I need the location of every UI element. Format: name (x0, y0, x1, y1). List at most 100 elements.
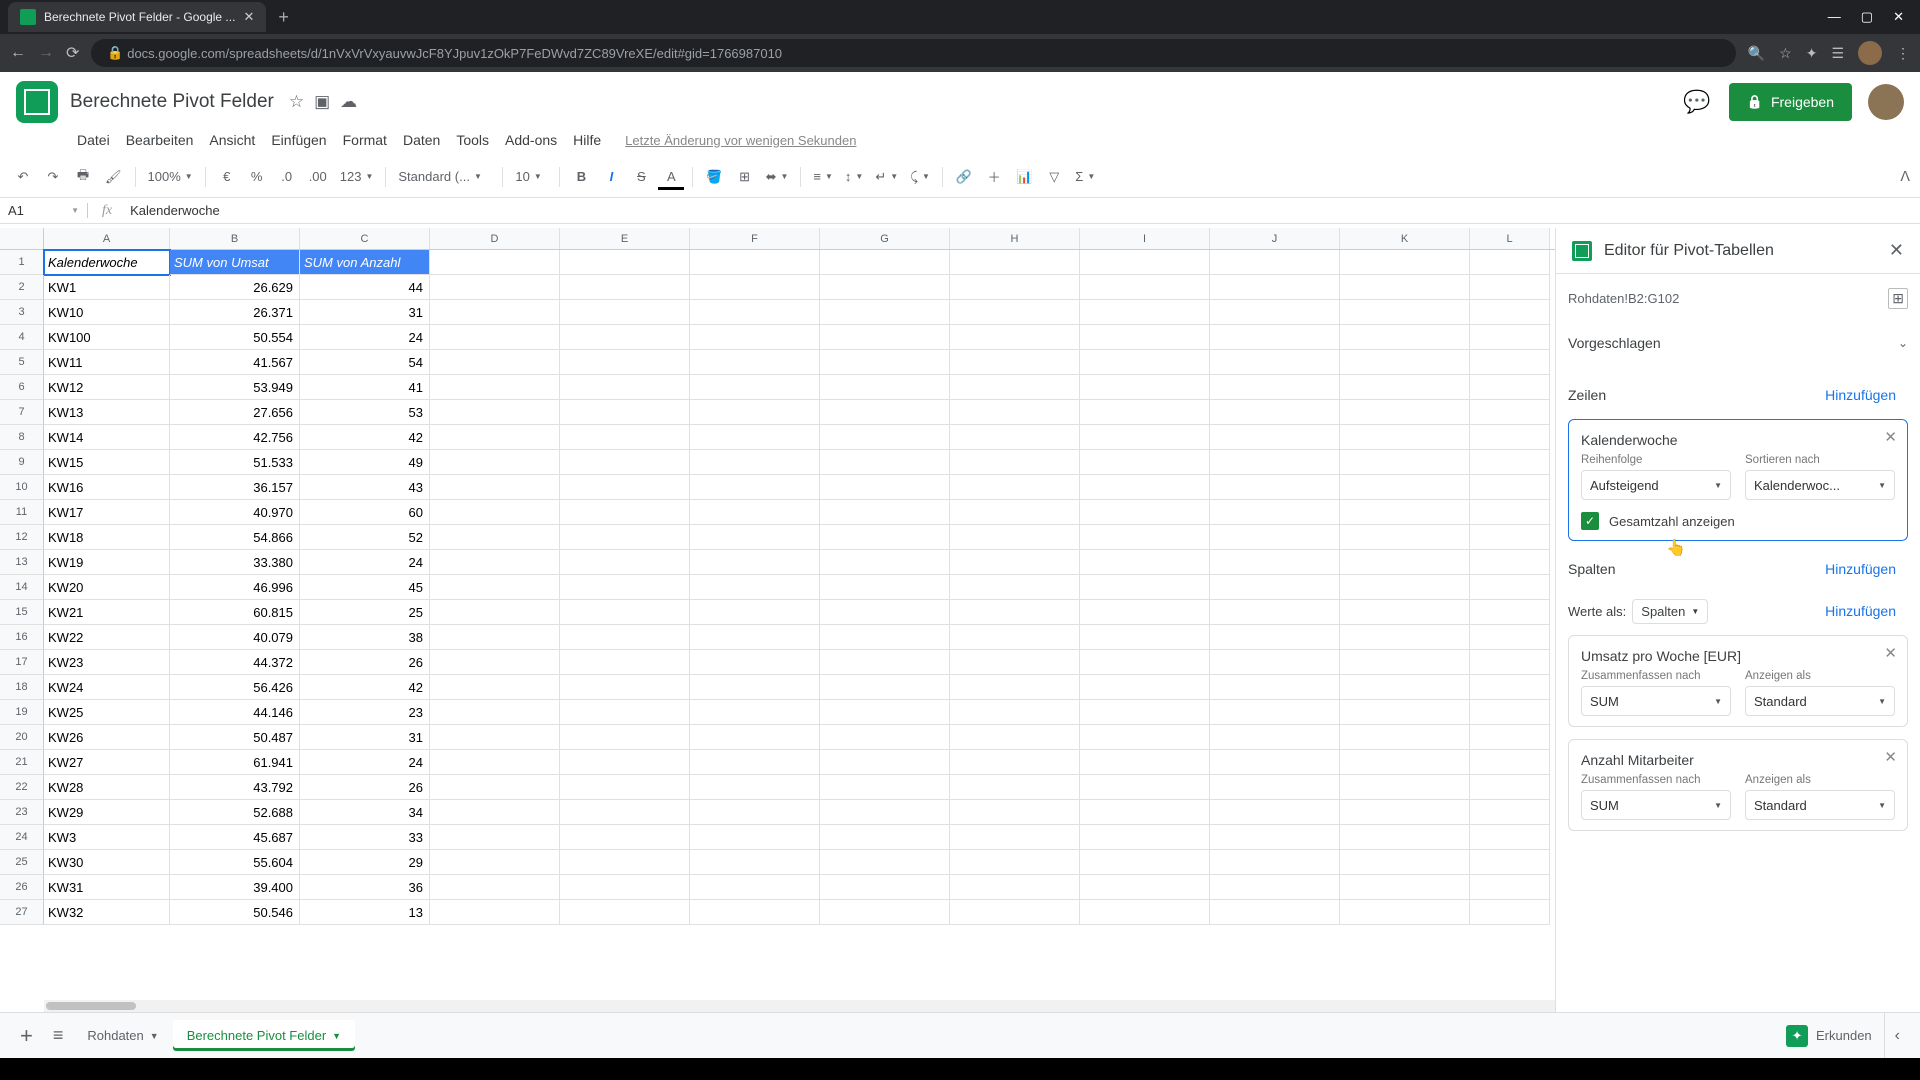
cell-b16[interactable]: 40.079 (170, 625, 300, 650)
cell-empty[interactable] (1210, 775, 1340, 800)
percent-icon[interactable]: % (244, 164, 270, 190)
cell-empty[interactable] (1080, 825, 1210, 850)
cell-empty[interactable] (560, 525, 690, 550)
cell-empty[interactable] (950, 625, 1080, 650)
cell-b19[interactable]: 44.146 (170, 700, 300, 725)
value2-card[interactable]: Anzahl Mitarbeiter ✕ Zusammenfassen nach… (1568, 739, 1908, 831)
row-header[interactable]: 18 (0, 675, 44, 700)
link-icon[interactable]: 🔗 (951, 164, 977, 190)
cell-empty[interactable] (560, 875, 690, 900)
cell-a9[interactable]: KW15 (44, 450, 170, 475)
cell-empty[interactable] (950, 825, 1080, 850)
cell-empty[interactable] (1210, 250, 1340, 275)
cell-empty[interactable] (1080, 900, 1210, 925)
cell-empty[interactable] (950, 250, 1080, 275)
cell-empty[interactable] (950, 400, 1080, 425)
collapse-toolbar-icon[interactable]: ᐱ (1900, 168, 1910, 185)
cell-empty[interactable] (1470, 650, 1550, 675)
cell-empty[interactable] (430, 650, 560, 675)
cell-empty[interactable] (1210, 350, 1340, 375)
cell-c27[interactable]: 13 (300, 900, 430, 925)
cell-empty[interactable] (950, 475, 1080, 500)
cell-a8[interactable]: KW14 (44, 425, 170, 450)
print-icon[interactable]: 🖶 (70, 164, 96, 190)
strike-icon[interactable]: S (628, 164, 654, 190)
cell-empty[interactable] (1080, 400, 1210, 425)
cell-empty[interactable] (1210, 550, 1340, 575)
cell-empty[interactable] (1340, 525, 1470, 550)
cell-c23[interactable]: 34 (300, 800, 430, 825)
cell-empty[interactable] (560, 400, 690, 425)
row-header[interactable]: 13 (0, 550, 44, 575)
chart-icon[interactable]: 📊 (1011, 164, 1037, 190)
cell-empty[interactable] (1210, 325, 1340, 350)
cell-empty[interactable] (1470, 825, 1550, 850)
cell-c12[interactable]: 52 (300, 525, 430, 550)
cell-b2[interactable]: 26.629 (170, 275, 300, 300)
cell-empty[interactable] (820, 400, 950, 425)
cell-a20[interactable]: KW26 (44, 725, 170, 750)
row-header[interactable]: 27 (0, 900, 44, 925)
cell-empty[interactable] (820, 850, 950, 875)
cell-empty[interactable] (430, 625, 560, 650)
cell-empty[interactable] (950, 275, 1080, 300)
row-header[interactable]: 21 (0, 750, 44, 775)
cell-empty[interactable] (1340, 650, 1470, 675)
cell-c1[interactable]: SUM von Anzahl (300, 250, 430, 275)
column-header-C[interactable]: C (300, 228, 430, 249)
cell-a4[interactable]: KW100 (44, 325, 170, 350)
cell-empty[interactable] (1080, 575, 1210, 600)
cell-empty[interactable] (1210, 600, 1340, 625)
cell-empty[interactable] (1080, 350, 1210, 375)
url-input[interactable]: 🔒 docs.google.com/spreadsheets/d/1nVxVrV… (91, 39, 1735, 67)
cell-empty[interactable] (560, 850, 690, 875)
cell-empty[interactable] (1340, 700, 1470, 725)
cell-empty[interactable] (1470, 525, 1550, 550)
cell-b8[interactable]: 42.756 (170, 425, 300, 450)
column-header-B[interactable]: B (170, 228, 300, 249)
cell-empty[interactable] (1210, 300, 1340, 325)
cell-empty[interactable] (1340, 875, 1470, 900)
cell-empty[interactable] (1210, 875, 1340, 900)
last-edit-text[interactable]: Letzte Änderung vor wenigen Sekunden (618, 129, 863, 152)
cell-empty[interactable] (1210, 475, 1340, 500)
account-avatar[interactable] (1868, 84, 1904, 120)
spreadsheet-grid[interactable]: ABCDEFGHIJKL 1KalenderwocheSUM von Umsat… (0, 228, 1555, 1012)
cell-b27[interactable]: 50.546 (170, 900, 300, 925)
formula-input[interactable]: Kalenderwoche (126, 203, 220, 218)
cell-empty[interactable] (430, 825, 560, 850)
cell-empty[interactable] (690, 425, 820, 450)
cell-empty[interactable] (560, 750, 690, 775)
row-header[interactable]: 19 (0, 700, 44, 725)
row-header[interactable]: 12 (0, 525, 44, 550)
sheet-tab-pivot[interactable]: Berechnete Pivot Felder▼ (173, 1020, 355, 1051)
menu-einfuegen[interactable]: Einfügen (264, 128, 333, 152)
chrome-profile-avatar[interactable] (1858, 41, 1882, 65)
cell-empty[interactable] (1470, 475, 1550, 500)
cell-empty[interactable] (560, 825, 690, 850)
add-column-button[interactable]: Hinzufügen (1813, 553, 1908, 585)
cell-empty[interactable] (950, 700, 1080, 725)
cell-empty[interactable] (1470, 275, 1550, 300)
cell-empty[interactable] (1340, 725, 1470, 750)
cell-empty[interactable] (820, 575, 950, 600)
cell-empty[interactable] (690, 450, 820, 475)
cell-empty[interactable] (950, 300, 1080, 325)
cell-empty[interactable] (560, 575, 690, 600)
cell-empty[interactable] (1470, 375, 1550, 400)
cell-empty[interactable] (560, 775, 690, 800)
cell-empty[interactable] (950, 575, 1080, 600)
cell-empty[interactable] (560, 800, 690, 825)
cell-empty[interactable] (1340, 625, 1470, 650)
cell-empty[interactable] (430, 325, 560, 350)
cell-empty[interactable] (690, 550, 820, 575)
cell-b24[interactable]: 45.687 (170, 825, 300, 850)
cell-b14[interactable]: 46.996 (170, 575, 300, 600)
increase-decimal-icon[interactable]: .00 (304, 164, 332, 190)
cell-empty[interactable] (950, 600, 1080, 625)
cell-empty[interactable] (1210, 575, 1340, 600)
cell-empty[interactable] (1210, 625, 1340, 650)
cell-empty[interactable] (820, 900, 950, 925)
cell-empty[interactable] (560, 275, 690, 300)
column-header-K[interactable]: K (1340, 228, 1470, 249)
